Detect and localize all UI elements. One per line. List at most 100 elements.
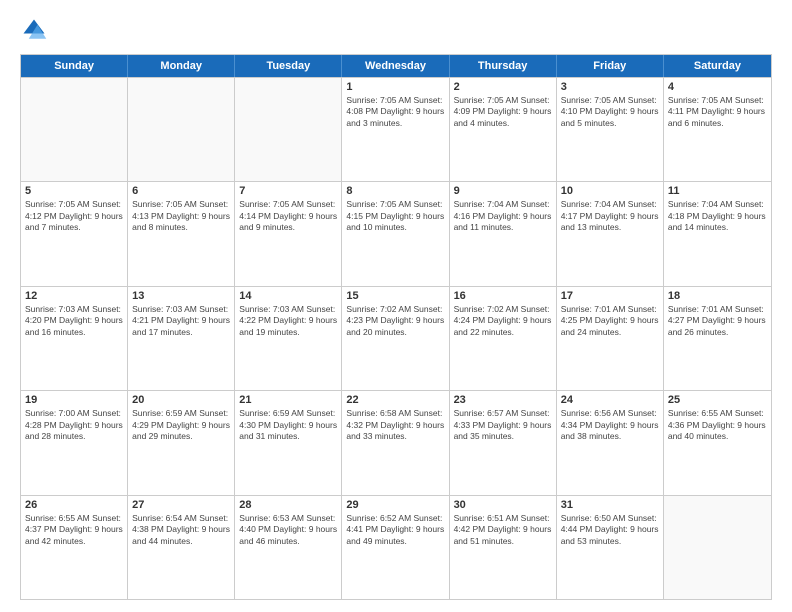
day-number: 21: [239, 394, 337, 406]
day-info: Sunrise: 6:52 AM Sunset: 4:41 PM Dayligh…: [346, 513, 444, 547]
cal-cell: 1 Sunrise: 7:05 AM Sunset: 4:08 PM Daylig…: [342, 78, 449, 181]
day-info: Sunrise: 6:58 AM Sunset: 4:32 PM Dayligh…: [346, 408, 444, 442]
cal-cell: 28 Sunrise: 6:53 AM Sunset: 4:40 PM Dayli…: [235, 496, 342, 599]
day-number: 19: [25, 394, 123, 406]
cal-cell: 4 Sunrise: 7:05 AM Sunset: 4:11 PM Daylig…: [664, 78, 771, 181]
day-info: Sunrise: 7:05 AM Sunset: 4:10 PM Dayligh…: [561, 95, 659, 129]
day-number: 26: [25, 499, 123, 511]
cal-cell: 15 Sunrise: 7:02 AM Sunset: 4:23 PM Dayli…: [342, 287, 449, 390]
cal-cell: 9 Sunrise: 7:04 AM Sunset: 4:16 PM Daylig…: [450, 182, 557, 285]
day-info: Sunrise: 7:05 AM Sunset: 4:15 PM Dayligh…: [346, 199, 444, 233]
day-info: Sunrise: 7:04 AM Sunset: 4:16 PM Dayligh…: [454, 199, 552, 233]
cal-cell: 16 Sunrise: 7:02 AM Sunset: 4:24 PM Dayli…: [450, 287, 557, 390]
cal-cell: 21 Sunrise: 6:59 AM Sunset: 4:30 PM Dayli…: [235, 391, 342, 494]
cal-cell: 31Sunrise: 6:50 AM Sunset: 4:44 PM Dayli…: [557, 496, 664, 599]
day-info: Sunrise: 7:04 AM Sunset: 4:18 PM Dayligh…: [668, 199, 767, 233]
day-info: Sunrise: 6:55 AM Sunset: 4:36 PM Dayligh…: [668, 408, 767, 442]
cal-cell: 12Sunrise: 7:03 AM Sunset: 4:20 PM Dayli…: [21, 287, 128, 390]
cal-cell: 20Sunrise: 6:59 AM Sunset: 4:29 PM Dayli…: [128, 391, 235, 494]
cal-cell: [664, 496, 771, 599]
day-number: 9: [454, 185, 552, 197]
day-number: 30: [454, 499, 552, 511]
day-number: 27: [132, 499, 230, 511]
day-number: 8: [346, 185, 444, 197]
day-number: 16: [454, 290, 552, 302]
day-info: Sunrise: 6:59 AM Sunset: 4:30 PM Dayligh…: [239, 408, 337, 442]
cal-cell: 10 Sunrise: 7:04 AM Sunset: 4:17 PM Dayli…: [557, 182, 664, 285]
day-number: 15: [346, 290, 444, 302]
cal-week-1: 1 Sunrise: 7:05 AM Sunset: 4:08 PM Daylig…: [21, 77, 771, 181]
day-number: 14: [239, 290, 337, 302]
cal-header-monday: Monday: [128, 55, 235, 77]
cal-cell: 14 Sunrise: 7:03 AM Sunset: 4:22 PM Dayli…: [235, 287, 342, 390]
page: SundayMondayTuesdayWednesdayThursdayFrid…: [0, 0, 792, 612]
cal-cell: 13 Sunrise: 7:03 AM Sunset: 4:21 PM Dayli…: [128, 287, 235, 390]
day-number: 23: [454, 394, 552, 406]
day-number: 3: [561, 81, 659, 93]
cal-cell: 7Sunrise: 7:05 AM Sunset: 4:14 PM Daylig…: [235, 182, 342, 285]
logo: [20, 16, 52, 44]
cal-cell: 22 Sunrise: 6:58 AM Sunset: 4:32 PM Dayli…: [342, 391, 449, 494]
cal-cell: 8 Sunrise: 7:05 AM Sunset: 4:15 PM Daylig…: [342, 182, 449, 285]
day-number: 28: [239, 499, 337, 511]
cal-header-thursday: Thursday: [450, 55, 557, 77]
day-number: 11: [668, 185, 767, 197]
cal-header-wednesday: Wednesday: [342, 55, 449, 77]
day-info: Sunrise: 6:53 AM Sunset: 4:40 PM Dayligh…: [239, 513, 337, 547]
header: [20, 16, 772, 44]
day-number: 13: [132, 290, 230, 302]
day-number: 29: [346, 499, 444, 511]
cal-header-friday: Friday: [557, 55, 664, 77]
day-info: Sunrise: 7:04 AM Sunset: 4:17 PM Dayligh…: [561, 199, 659, 233]
day-number: 4: [668, 81, 767, 93]
cal-week-4: 19Sunrise: 7:00 AM Sunset: 4:28 PM Dayli…: [21, 390, 771, 494]
day-info: Sunrise: 7:05 AM Sunset: 4:09 PM Dayligh…: [454, 95, 552, 129]
cal-cell: 3 Sunrise: 7:05 AM Sunset: 4:10 PM Daylig…: [557, 78, 664, 181]
cal-cell: 23 Sunrise: 6:57 AM Sunset: 4:33 PM Dayli…: [450, 391, 557, 494]
cal-cell: 19Sunrise: 7:00 AM Sunset: 4:28 PM Dayli…: [21, 391, 128, 494]
calendar-body: 1 Sunrise: 7:05 AM Sunset: 4:08 PM Daylig…: [21, 77, 771, 599]
cal-cell: 26 Sunrise: 6:55 AM Sunset: 4:37 PM Dayli…: [21, 496, 128, 599]
day-info: Sunrise: 6:51 AM Sunset: 4:42 PM Dayligh…: [454, 513, 552, 547]
day-info: Sunrise: 6:57 AM Sunset: 4:33 PM Dayligh…: [454, 408, 552, 442]
day-info: Sunrise: 6:50 AM Sunset: 4:44 PM Dayligh…: [561, 513, 659, 547]
day-info: Sunrise: 7:02 AM Sunset: 4:23 PM Dayligh…: [346, 304, 444, 338]
day-number: 10: [561, 185, 659, 197]
cal-cell: [235, 78, 342, 181]
day-info: Sunrise: 7:05 AM Sunset: 4:13 PM Dayligh…: [132, 199, 230, 233]
day-info: Sunrise: 6:56 AM Sunset: 4:34 PM Dayligh…: [561, 408, 659, 442]
cal-cell: 29 Sunrise: 6:52 AM Sunset: 4:41 PM Dayli…: [342, 496, 449, 599]
day-info: Sunrise: 7:05 AM Sunset: 4:08 PM Dayligh…: [346, 95, 444, 129]
cal-cell: 30 Sunrise: 6:51 AM Sunset: 4:42 PM Dayli…: [450, 496, 557, 599]
day-number: 25: [668, 394, 767, 406]
day-number: 1: [346, 81, 444, 93]
day-info: Sunrise: 7:02 AM Sunset: 4:24 PM Dayligh…: [454, 304, 552, 338]
day-info: Sunrise: 6:55 AM Sunset: 4:37 PM Dayligh…: [25, 513, 123, 547]
logo-icon: [20, 16, 48, 44]
day-info: Sunrise: 6:59 AM Sunset: 4:29 PM Dayligh…: [132, 408, 230, 442]
cal-cell: [21, 78, 128, 181]
day-number: 18: [668, 290, 767, 302]
day-info: Sunrise: 7:05 AM Sunset: 4:14 PM Dayligh…: [239, 199, 337, 233]
day-number: 22: [346, 394, 444, 406]
cal-cell: 27 Sunrise: 6:54 AM Sunset: 4:38 PM Dayli…: [128, 496, 235, 599]
day-info: Sunrise: 7:03 AM Sunset: 4:22 PM Dayligh…: [239, 304, 337, 338]
day-info: Sunrise: 6:54 AM Sunset: 4:38 PM Dayligh…: [132, 513, 230, 547]
day-info: Sunrise: 7:03 AM Sunset: 4:21 PM Dayligh…: [132, 304, 230, 338]
day-info: Sunrise: 7:01 AM Sunset: 4:27 PM Dayligh…: [668, 304, 767, 338]
cal-week-2: 5Sunrise: 7:05 AM Sunset: 4:12 PM Daylig…: [21, 181, 771, 285]
calendar: SundayMondayTuesdayWednesdayThursdayFrid…: [20, 54, 772, 600]
day-number: 2: [454, 81, 552, 93]
cal-week-3: 12Sunrise: 7:03 AM Sunset: 4:20 PM Dayli…: [21, 286, 771, 390]
cal-cell: 6Sunrise: 7:05 AM Sunset: 4:13 PM Daylig…: [128, 182, 235, 285]
day-info: Sunrise: 7:01 AM Sunset: 4:25 PM Dayligh…: [561, 304, 659, 338]
cal-cell: 24Sunrise: 6:56 AM Sunset: 4:34 PM Dayli…: [557, 391, 664, 494]
day-info: Sunrise: 7:05 AM Sunset: 4:11 PM Dayligh…: [668, 95, 767, 129]
cal-week-5: 26 Sunrise: 6:55 AM Sunset: 4:37 PM Dayli…: [21, 495, 771, 599]
day-info: Sunrise: 7:05 AM Sunset: 4:12 PM Dayligh…: [25, 199, 123, 233]
cal-cell: 5Sunrise: 7:05 AM Sunset: 4:12 PM Daylig…: [21, 182, 128, 285]
cal-header-sunday: Sunday: [21, 55, 128, 77]
cal-header-tuesday: Tuesday: [235, 55, 342, 77]
cal-header-saturday: Saturday: [664, 55, 771, 77]
day-number: 17: [561, 290, 659, 302]
